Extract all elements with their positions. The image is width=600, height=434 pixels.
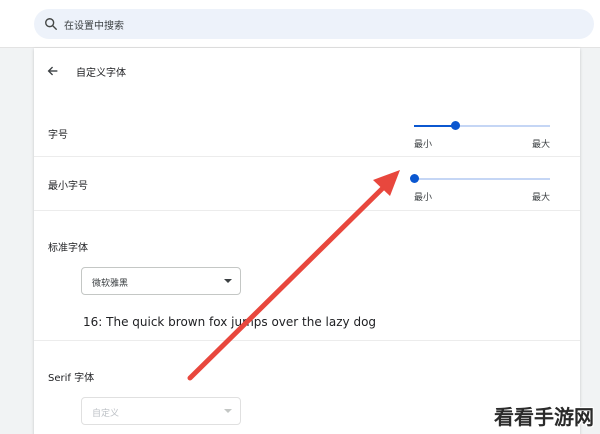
standard-font-select[interactable]: 微软雅黑 xyxy=(81,267,241,295)
serif-font-select[interactable]: 自定义 xyxy=(81,397,241,425)
standard-font-section: 标准字体 微软雅黑 16: The quick brown fox jumps … xyxy=(34,210,580,340)
slider-track[interactable] xyxy=(414,178,550,180)
watermark-logo: 看看手游网 xyxy=(494,405,594,429)
standard-font-sample: 16: The quick brown fox jumps over the l… xyxy=(83,315,377,329)
search-icon xyxy=(45,18,57,30)
font-size-row: 字号 最小 最大 xyxy=(34,108,580,156)
slider-min-label: 最小 xyxy=(414,193,433,203)
standard-font-label: 标准字体 xyxy=(48,243,88,254)
standard-font-selected: 微软雅黑 xyxy=(92,279,129,289)
min-font-size-row: 最小字号 最小 最大 xyxy=(34,156,580,210)
slider-thumb[interactable] xyxy=(410,174,419,183)
custom-fonts-panel: 自定义字体 字号 最小 最大 最小字号 最小 最大 标准字体 微软雅黑 16: … xyxy=(34,48,580,434)
slider-fill xyxy=(414,125,455,127)
slider-thumb[interactable] xyxy=(450,121,460,130)
slider-max-label: 最大 xyxy=(531,193,550,203)
top-bar: 在设置中搜索 xyxy=(0,0,600,48)
serif-font-label: Serif 字体 xyxy=(48,373,95,384)
chevron-down-icon xyxy=(224,279,232,283)
panel-header: 自定义字体 xyxy=(34,48,580,96)
page-title: 自定义字体 xyxy=(76,68,126,79)
slider-max-label: 最大 xyxy=(531,140,550,150)
font-size-label: 字号 xyxy=(48,130,68,141)
arrow-back-icon[interactable] xyxy=(46,64,60,78)
search-placeholder[interactable]: 在设置中搜索 xyxy=(64,17,124,32)
min-font-size-label: 最小字号 xyxy=(48,181,88,192)
slider-min-label: 最小 xyxy=(414,140,433,150)
font-size-slider[interactable]: 最小 最大 xyxy=(414,121,550,155)
settings-search-bar[interactable]: 在设置中搜索 xyxy=(34,9,594,39)
serif-font-selected: 自定义 xyxy=(92,409,120,419)
min-font-size-slider[interactable]: 最小 最大 xyxy=(410,174,550,208)
chevron-down-icon xyxy=(224,409,232,413)
